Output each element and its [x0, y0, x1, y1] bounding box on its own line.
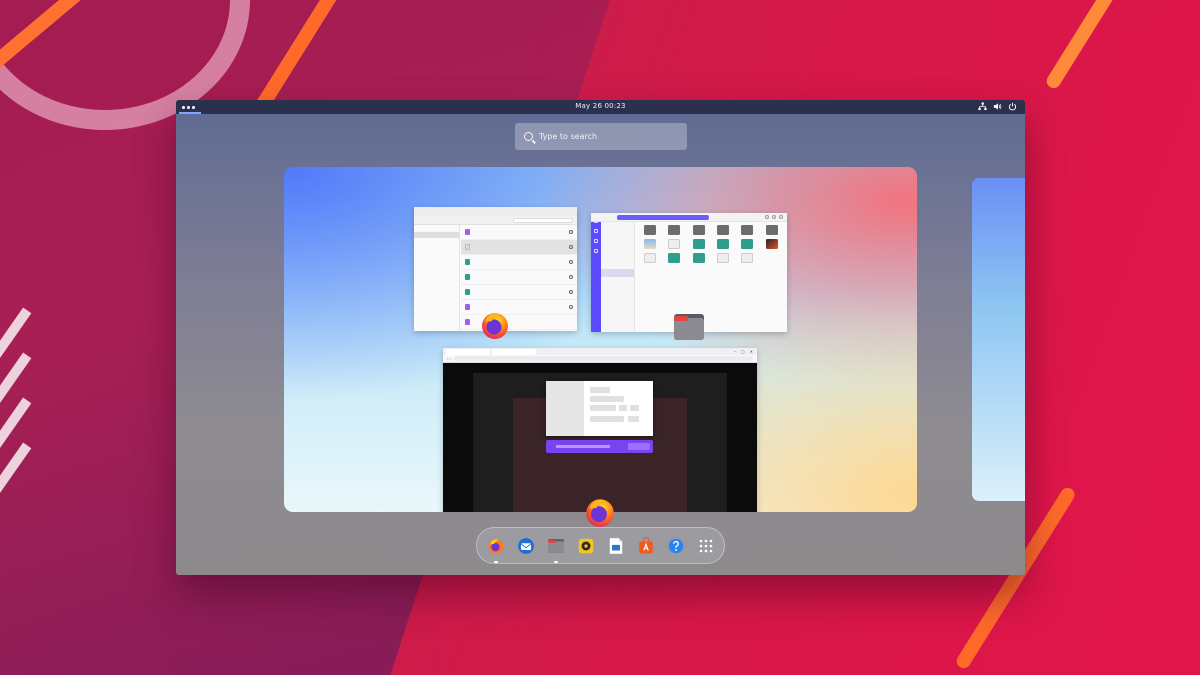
browser-page — [443, 363, 757, 512]
file-item — [663, 253, 685, 263]
files-icon — [547, 538, 564, 553]
places-sidebar — [601, 222, 635, 332]
list-item — [461, 270, 577, 285]
firefox-icon — [482, 313, 508, 339]
folder-item — [736, 225, 758, 235]
top-bar: May 26 00:23 — [176, 100, 1025, 114]
running-indicator — [553, 560, 558, 563]
download-progress-bar — [546, 440, 653, 453]
download-dialog — [546, 381, 653, 436]
dash-app-help[interactable] — [667, 537, 685, 555]
network-icon — [978, 102, 987, 111]
file-item — [688, 239, 710, 249]
file-item — [712, 253, 734, 263]
rhythmbox-icon — [578, 538, 593, 553]
workspace-thumbnail-next[interactable] — [972, 178, 1025, 501]
list-item — [461, 285, 577, 300]
libreoffice-writer-icon — [609, 537, 622, 554]
search-field[interactable] — [515, 123, 687, 150]
window-controls — [765, 215, 783, 219]
wallpaper-stripe — [1044, 0, 1131, 91]
files-icon — [672, 312, 706, 342]
window-sidebar-strip — [591, 213, 601, 332]
file-item — [736, 253, 758, 263]
list-item — [461, 225, 577, 240]
folder-item — [761, 225, 783, 235]
dash-app-software[interactable] — [637, 536, 655, 555]
browser-tab — [446, 348, 490, 355]
window-toolbar — [414, 216, 577, 225]
desktop-screen: May 26 00:23 Type to search – ▢ ✕ ‹ › — [176, 100, 1025, 575]
software-center-icon — [638, 536, 653, 553]
file-item — [712, 239, 734, 249]
dash-app-thunderbird[interactable] — [517, 537, 535, 555]
window-headerbar — [591, 213, 787, 222]
activities-indicator — [179, 112, 201, 114]
clock[interactable]: May 26 00:23 — [176, 102, 1025, 110]
window-titlebar — [414, 207, 577, 216]
show-apps-button[interactable] — [697, 537, 715, 555]
list-item — [461, 255, 577, 270]
show-apps-grid-icon — [699, 539, 712, 552]
file-item — [663, 239, 685, 249]
browser-tab — [492, 348, 536, 355]
system-tray[interactable] — [978, 102, 1017, 111]
dash-app-firefox[interactable] — [487, 537, 505, 563]
file-item — [736, 239, 758, 249]
browser-tab-strip: – ▢ ✕ — [443, 348, 757, 355]
power-icon — [1008, 102, 1017, 111]
browser-urlbar: ‹ › — [443, 355, 757, 363]
help-icon — [668, 538, 683, 553]
firefox-icon — [488, 538, 503, 554]
window-controls: – ▢ ✕ — [733, 349, 753, 354]
dash — [476, 527, 725, 564]
file-grid — [639, 225, 783, 263]
file-item — [761, 239, 783, 249]
folder-item — [688, 225, 710, 235]
file-item — [639, 239, 661, 249]
firefox-icon — [586, 499, 614, 527]
file-item — [639, 253, 661, 263]
folder-item — [712, 225, 734, 235]
window-sidebar — [414, 225, 460, 331]
thunderbird-icon — [517, 537, 534, 554]
window-thumbnail-firefox[interactable]: – ▢ ✕ ‹ › — [443, 348, 757, 512]
dash-app-rhythmbox[interactable] — [577, 537, 595, 555]
volume-icon — [993, 103, 1002, 110]
search-input[interactable] — [539, 132, 679, 141]
search-icon — [524, 132, 533, 141]
file-item — [688, 253, 710, 263]
running-indicator — [493, 560, 498, 563]
list-item — [461, 240, 577, 255]
workspace-thumbnail-active[interactable]: – ▢ ✕ ‹ › — [284, 167, 917, 512]
dash-app-files[interactable] — [547, 537, 565, 563]
dash-app-writer[interactable] — [607, 537, 625, 555]
path-bar — [617, 215, 709, 220]
folder-item — [639, 225, 661, 235]
folder-item — [663, 225, 685, 235]
url-field — [454, 356, 753, 361]
